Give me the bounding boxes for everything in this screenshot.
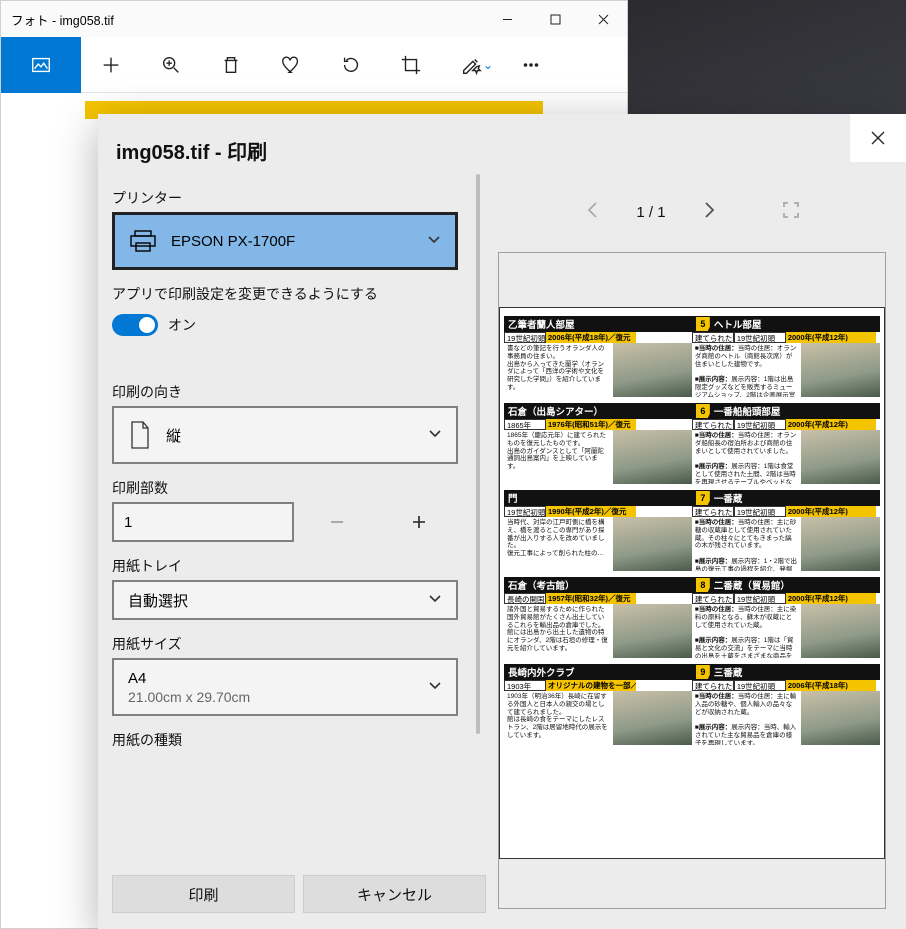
entry-meta: 建てられた時代19世紀初頭2006年(平成18年) — [692, 680, 880, 691]
chevron-down-icon — [427, 232, 441, 251]
size-dimensions: 21.00cm x 29.70cm — [128, 689, 250, 705]
preview-entry: 8二番蔵（貿易館） 建てられた時代19世紀初頭2000年(平成12年) ■当時の… — [692, 577, 880, 658]
copies-label: 印刷部数 — [112, 478, 458, 498]
entry-meta: 1865年1976年(昭和51年)／復元 — [504, 419, 692, 430]
app-setting-toggle[interactable] — [112, 314, 158, 336]
tray-label: 用紙トレイ — [112, 556, 458, 576]
dialog-title: img058.tif - 印刷 — [116, 136, 267, 165]
window-title: フォト - img058.tif — [11, 10, 114, 29]
tray-select[interactable]: 自動選択 — [112, 580, 458, 620]
printer-label: プリンター — [112, 188, 458, 208]
entry-body: ■当時の住居：当時の住居：主に輸入品の砂糖や、個人輸入の品々などが収納された蔵。… — [692, 691, 880, 745]
titlebar: フォト - img058.tif — [1, 1, 627, 37]
entry-body: ■当時の住居：当時の住居：主に砂糖の収蔵庫として使用されていた蔵。その柱々にとて… — [692, 517, 880, 571]
preview-entry: 石倉（考古館） 長崎の開国後1957年(昭和32年)／復元 諸外国と貿易するため… — [504, 577, 692, 658]
entry-meta: 19世紀初頭1990年(平成2年)／復元 — [504, 506, 692, 517]
chevron-down-icon — [428, 591, 442, 610]
add-button[interactable] — [81, 37, 141, 93]
collection-tab[interactable] — [1, 37, 81, 93]
preview-entry: 6一番船船頭部屋 建てられた時代19世紀初頭2000年(平成12年) ■当時の住… — [692, 403, 880, 484]
edit-menu-chevron[interactable]: ⌄ — [483, 58, 501, 72]
close-button[interactable] — [850, 114, 906, 162]
orientation-select[interactable]: 縦 — [112, 406, 458, 464]
print-settings-panel: プリンター EPSON PX-1700F アプリで印刷設定を変更できるようにする… — [112, 174, 472, 857]
print-button[interactable]: 印刷 — [112, 875, 295, 913]
favorite-button[interactable] — [261, 37, 321, 93]
minimize-button[interactable] — [483, 1, 531, 37]
copies-decrement[interactable] — [298, 502, 376, 542]
size-value: A4 — [128, 670, 250, 687]
entry-body: ■当時の住居：当時の住居：オランダ船船長の宿泊所および商館の住まいとして使用され… — [692, 430, 880, 484]
rotate-button[interactable] — [321, 37, 381, 93]
copies-input[interactable] — [112, 502, 294, 542]
entry-title: 7一番蔵 — [692, 490, 880, 506]
preview-entry: 乙筆者蘭人部屋 19世紀初頭2006年(平成18年)／復元 書などの筆記を行うオ… — [504, 316, 692, 397]
entry-meta: 19世紀初頭2006年(平成18年)／復元 — [504, 332, 692, 343]
printer-select[interactable]: EPSON PX-1700F — [112, 212, 458, 270]
window-close-button[interactable] — [579, 1, 627, 37]
delete-button[interactable] — [201, 37, 261, 93]
entry-title: 乙筆者蘭人部屋 — [504, 316, 692, 332]
entry-meta: 1903年オリジナルの建物を一部／改修 — [504, 680, 692, 691]
entry-body: ■当時の住居：当時の住居：主に染料の原料となる、蘇木が収蔵にとして使用されていた… — [692, 604, 880, 658]
preview-page: 乙筆者蘭人部屋 19世紀初頭2006年(平成18年)／復元 書などの筆記を行うオ… — [499, 307, 885, 859]
entry-meta: 長崎の開国後1957年(昭和32年)／復元 — [504, 593, 692, 604]
preview-entry: 門 19世紀初頭1990年(平成2年)／復元 当時代、対岸の江戸町側に橋を構え、… — [504, 490, 692, 571]
preview-entry: 5ヘトル部屋 建てられた時代19世紀初頭2000年(平成12年) ■当時の住居：… — [692, 316, 880, 397]
chevron-down-icon — [428, 678, 442, 697]
size-select[interactable]: A4 21.00cm x 29.70cm — [112, 658, 458, 716]
preview-entry: 7一番蔵 建てられた時代19世紀初頭2000年(平成12年) ■当時の住居：当時… — [692, 490, 880, 571]
orientation-label: 印刷の向き — [112, 382, 458, 402]
page-indicator: 1 / 1 — [636, 204, 665, 221]
entry-title: 6一番船船頭部屋 — [692, 403, 880, 419]
crop-button[interactable] — [381, 37, 441, 93]
zoom-button[interactable] — [141, 37, 201, 93]
entry-meta: 建てられた時代19世紀初頭2000年(平成12年) — [692, 332, 880, 343]
preview-nav: 1 / 1 — [498, 192, 886, 232]
prev-page-button[interactable] — [584, 201, 602, 224]
entry-meta: 建てられた時代19世紀初頭2000年(平成12年) — [692, 593, 880, 604]
chevron-down-icon — [428, 426, 442, 445]
entry-meta: 建てられた時代19世紀初頭2000年(平成12年) — [692, 506, 880, 517]
maximize-button[interactable] — [531, 1, 579, 37]
cancel-button[interactable]: キャンセル — [303, 875, 486, 913]
entry-meta: 建てられた時代19世紀初頭2000年(平成12年) — [692, 419, 880, 430]
paper-kind-label: 用紙の種類 — [112, 730, 458, 750]
entry-title: 9三番蔵 — [692, 664, 880, 680]
printer-name: EPSON PX-1700F — [171, 233, 295, 250]
preview-pane: 1 / 1 乙筆者蘭人部屋 19世紀初頭2006年(平成18年)／復元 書などの… — [498, 192, 886, 909]
more-button[interactable] — [501, 37, 561, 93]
command-bar: ⌄ — [1, 37, 627, 93]
size-label: 用紙サイズ — [112, 634, 458, 654]
toggle-state-label: オン — [168, 315, 196, 335]
entry-title: 石倉（考古館） — [504, 577, 692, 593]
settings-scrollbar[interactable] — [476, 174, 480, 734]
entry-body: 諸外国と貿易するために作られた国外貿易館がたくさん出土しているこれらを輸出品の倉… — [504, 604, 692, 658]
print-dialog: img058.tif - 印刷 プリンター EPSON PX-1700F アプリ… — [98, 114, 906, 929]
preview-entry: 石倉（出島シアター） 1865年1976年(昭和51年)／復元 1865年（慶応… — [504, 403, 692, 484]
entry-title: 8二番蔵（貿易館） — [692, 577, 880, 593]
tray-value: 自動選択 — [128, 590, 188, 611]
entry-body: 1865年（慶応元年）に建てられたものを復元したものです。出島のガイダンスとして… — [504, 430, 692, 484]
entry-body: ■当時の住居：当時の住居：オランダ商館のヘトル（商館長次席）が住まいとした建物で… — [692, 343, 880, 397]
next-page-button[interactable] — [700, 201, 718, 224]
preview-entry: 長崎内外クラブ 1903年オリジナルの建物を一部／改修 1903年（明治36年）… — [504, 664, 692, 745]
orientation-value: 縦 — [166, 425, 181, 446]
preview-entry: 9三番蔵 建てられた時代19世紀初頭2006年(平成18年) ■当時の住居：当時… — [692, 664, 880, 745]
entry-body: 1903年（明治36年）長崎に在留する外国人と日本人の親交の場として建てられまし… — [504, 691, 692, 745]
preview-frame: 乙筆者蘭人部屋 19世紀初頭2006年(平成18年)／復元 書などの筆記を行うオ… — [498, 252, 886, 909]
copies-increment[interactable] — [380, 502, 458, 542]
entry-title: 5ヘトル部屋 — [692, 316, 880, 332]
entry-body: 当時代、対岸の江戸町側に橋を構え、橋を渡るとこの専門があり探番が出入りする人を改… — [504, 517, 692, 571]
entry-title: 石倉（出島シアター） — [504, 403, 692, 419]
app-setting-label: アプリで印刷設定を変更できるようにする — [112, 284, 458, 304]
entry-title: 長崎内外クラブ — [504, 664, 692, 680]
entry-body: 書などの筆記を行うオランダ人の事務員の住まい。出島から入ってきた蘭学（オランダに… — [504, 343, 692, 397]
entry-title: 門 — [504, 490, 692, 506]
fullscreen-button[interactable] — [782, 201, 800, 224]
